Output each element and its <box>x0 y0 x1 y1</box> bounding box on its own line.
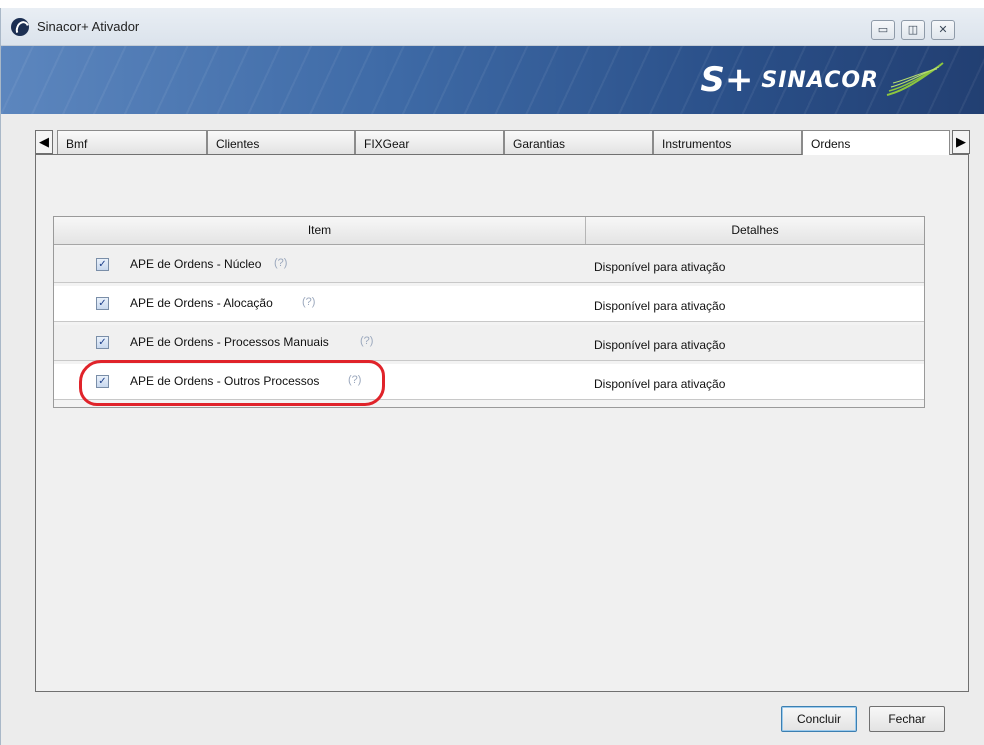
row-item-label: APE de Ordens - Núcleo <box>130 257 262 271</box>
row-item-label: APE de Ordens - Outros Processos <box>130 374 320 388</box>
tab-clientes[interactable]: Clientes <box>207 130 355 154</box>
logo-text: SINACOR <box>761 67 879 93</box>
row-details: Disponível para ativação <box>594 299 726 313</box>
sinacor-logo: S+ SINACOR <box>700 60 945 100</box>
app-window: Sinacor+ Ativador ▭ ◫ ✕ S+ SINACOR ◀ Bmf… <box>0 8 984 745</box>
column-header-details[interactable]: Detalhes <box>586 217 924 244</box>
row-details: Disponível para ativação <box>594 377 726 391</box>
close-button[interactable]: Fechar <box>869 706 945 732</box>
tab-bmf[interactable]: Bmf <box>57 130 207 154</box>
row-checkbox[interactable]: ✓ <box>96 297 109 310</box>
row-item-label: APE de Ordens - Processos Manuais <box>130 335 329 349</box>
help-icon[interactable]: (?) <box>274 257 287 269</box>
sinacor-app-icon <box>11 18 29 36</box>
title-bar: Sinacor+ Ativador ▭ ◫ ✕ <box>1 8 984 46</box>
table-row[interactable]: ✓ APE de Ordens - Outros Processos (?) D… <box>54 364 924 400</box>
close-window-button[interactable]: ✕ <box>931 20 955 40</box>
restore-button[interactable]: ◫ <box>901 20 925 40</box>
header-banner: S+ SINACOR <box>1 46 984 114</box>
swoosh-icon <box>886 62 944 96</box>
minimize-button[interactable]: ▭ <box>871 20 895 40</box>
tab-instrumentos[interactable]: Instrumentos <box>653 130 802 154</box>
tab-garantias[interactable]: Garantias <box>504 130 653 154</box>
row-checkbox[interactable]: ✓ <box>96 336 109 349</box>
help-icon[interactable]: (?) <box>360 335 373 347</box>
tab-ordens[interactable]: Ordens <box>802 130 950 155</box>
finish-button[interactable]: Concluir <box>781 706 857 732</box>
tab-scroll-left-icon[interactable]: ◀ <box>35 130 53 154</box>
help-icon[interactable]: (?) <box>348 374 361 386</box>
tab-fixgear[interactable]: FIXGear <box>355 130 504 154</box>
table-row[interactable]: ✓ APE de Ordens - Núcleo (?) Disponível … <box>54 247 924 283</box>
column-header-item[interactable]: Item <box>54 217 586 244</box>
help-icon[interactable]: (?) <box>302 296 315 308</box>
logo-mark: S+ <box>700 60 754 100</box>
grid-header: Item Detalhes <box>54 217 924 245</box>
table-row[interactable]: ✓ APE de Ordens - Processos Manuais (?) … <box>54 325 924 361</box>
row-details: Disponível para ativação <box>594 338 726 352</box>
row-checkbox[interactable]: ✓ <box>96 258 109 271</box>
tab-scroll-right-icon[interactable]: ▶ <box>952 130 970 154</box>
row-details: Disponível para ativação <box>594 260 726 274</box>
window-title: Sinacor+ Ativador <box>37 19 140 34</box>
table-row[interactable]: ✓ APE de Ordens - Alocação (?) Disponíve… <box>54 286 924 322</box>
tab-strip: ◀ Bmf Clientes FIXGear Garantias Instrum… <box>35 130 975 155</box>
row-item-label: APE de Ordens - Alocação <box>130 296 273 310</box>
row-checkbox[interactable]: ✓ <box>96 375 109 388</box>
activation-grid: Item Detalhes ✓ APE de Ordens - Núcleo (… <box>53 216 925 408</box>
